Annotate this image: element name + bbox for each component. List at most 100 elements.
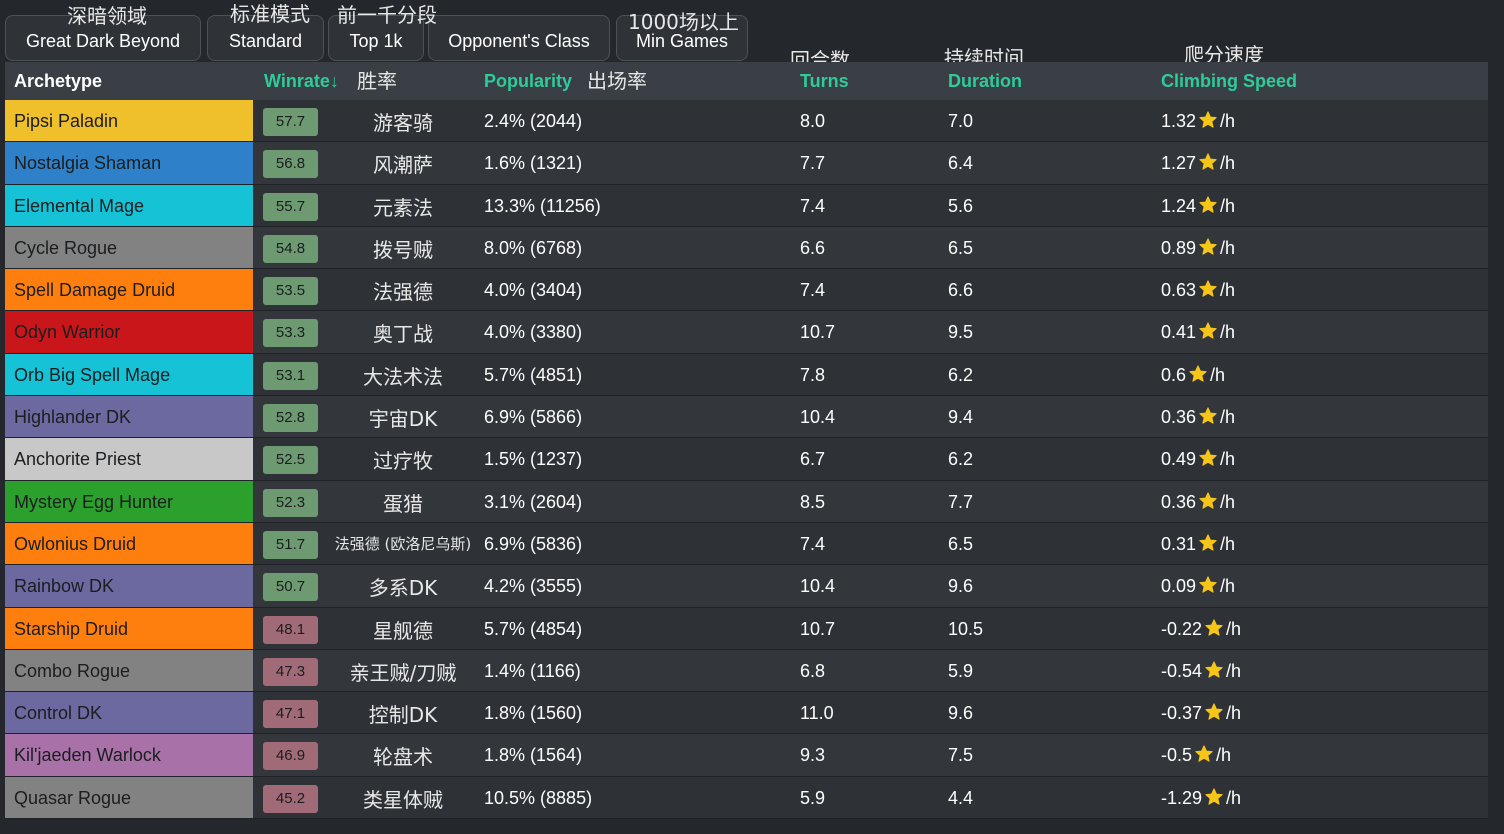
- archetype-name-cn: 奥丁战: [373, 322, 433, 347]
- archetype-name[interactable]: Highlander DK: [5, 396, 253, 438]
- popularity-value: 6.9% (5836): [484, 533, 583, 554]
- star-icon: [1198, 491, 1218, 511]
- winrate-badge: 46.9: [263, 742, 318, 771]
- archetype-name-cn: 蛋猎: [383, 491, 423, 516]
- winrate-badge: 48.1: [263, 615, 318, 644]
- turns-value: 8.5: [800, 491, 826, 512]
- climbing-speed-value: 0.6: [1161, 364, 1187, 385]
- popularity-value: 5.7% (4851): [484, 364, 583, 385]
- archetype-name[interactable]: Rainbow DK: [5, 565, 253, 607]
- star-icon: [1198, 152, 1218, 172]
- archetype-name[interactable]: Quasar Rogue: [5, 776, 253, 819]
- popularity-value: 1.5% (1237): [484, 449, 583, 470]
- archetype-name-cn: 元素法: [373, 195, 433, 220]
- star-icon: [1198, 533, 1218, 553]
- turns-value: 7.8: [800, 364, 826, 385]
- climbing-speed-cell: 0.89/h: [1161, 227, 1235, 268]
- archetype-name[interactable]: Elemental Mage: [5, 184, 253, 226]
- popularity-value: 1.8% (1560): [484, 703, 583, 724]
- archetype-name[interactable]: Mystery Egg Hunter: [5, 480, 253, 522]
- archetype-name[interactable]: Spell Damage Druid: [5, 269, 253, 311]
- archetype-name[interactable]: Pipsi Paladin: [5, 100, 253, 142]
- duration-value: 6.4: [948, 153, 974, 174]
- star-icon: [1204, 787, 1224, 807]
- duration-value: 5.9: [948, 660, 974, 681]
- rank-caption-cn: 前一千分段: [337, 3, 437, 27]
- per-hour-suffix: /h: [1220, 533, 1236, 554]
- star-icon: [1198, 448, 1218, 468]
- climbing-speed-column-header[interactable]: Climbing Speed: [1161, 62, 1297, 100]
- table-row: Quasar Rogue 45.2 类星体贼 10.5% (8885) 5.9 4.4 -1…: [5, 776, 1488, 820]
- climbing-speed-value: 1.24: [1161, 195, 1197, 216]
- per-hour-suffix: /h: [1220, 449, 1236, 470]
- per-hour-suffix: /h: [1220, 280, 1236, 301]
- archetype-name[interactable]: Cycle Rogue: [5, 226, 253, 269]
- popularity-value: 10.5% (8885): [484, 787, 593, 808]
- winrate-badge: 52.3: [263, 488, 318, 517]
- climbing-speed-cell: 0.09/h: [1161, 565, 1235, 606]
- duration-value: 9.4: [948, 407, 974, 428]
- filter-bar: Great Dark Beyond Standard Top 1k Oppone…: [0, 0, 1504, 62]
- climbing-speed-cell: 0.36/h: [1161, 396, 1235, 437]
- archetype-name[interactable]: Combo Rogue: [5, 649, 253, 692]
- format-filter-label: Standard: [228, 31, 303, 51]
- archetype-name[interactable]: Nostalgia Shaman: [5, 142, 253, 184]
- duration-column-header[interactable]: Duration: [948, 62, 1022, 100]
- per-hour-suffix: /h: [1220, 491, 1236, 512]
- per-hour-suffix: /h: [1226, 618, 1242, 639]
- climbing-speed-cell: 0.6/h: [1161, 354, 1225, 395]
- winrate-badge: 52.5: [263, 446, 318, 475]
- duration-value: 4.4: [948, 787, 974, 808]
- popularity-header-cn: 出场率: [587, 69, 647, 93]
- turns-value: 10.7: [800, 618, 836, 639]
- duration-value: 9.5: [948, 322, 974, 343]
- climbing-speed-value: 0.09: [1161, 576, 1197, 597]
- table-row: Owlonius Druid 51.7 法强德 (欧洛尼乌斯) 6.9% (5836)…: [5, 522, 1488, 566]
- winrate-header-cn: 胜率: [357, 69, 397, 93]
- duration-value: 6.2: [948, 364, 974, 385]
- climbing-speed-cell: 0.63/h: [1161, 269, 1235, 310]
- climbing-speed-cell: -1.29/h: [1161, 777, 1241, 818]
- archetype-name[interactable]: Kil'jaeden Warlock: [5, 734, 253, 776]
- climbing-speed-cell: 0.41/h: [1161, 311, 1235, 352]
- climbing-speed-value: 0.41: [1161, 322, 1197, 343]
- winrate-column-header[interactable]: Winrate↓: [264, 62, 339, 100]
- archetype-name-cn: 法强德 (欧洛尼乌斯): [334, 534, 472, 553]
- per-hour-suffix: /h: [1220, 322, 1236, 343]
- archetype-name[interactable]: Starship Druid: [5, 607, 253, 649]
- archetype-name[interactable]: Odyn Warrior: [5, 311, 253, 353]
- per-hour-suffix: /h: [1210, 364, 1226, 385]
- star-icon: [1198, 279, 1218, 299]
- climbing-speed-cell: 0.49/h: [1161, 438, 1235, 479]
- climbing-speed-value: -0.54: [1161, 660, 1203, 681]
- duration-value: 7.0: [948, 111, 974, 131]
- popularity-column-header[interactable]: Popularity: [484, 62, 572, 100]
- table-row: Nostalgia Shaman 56.8 风潮萨 1.6% (1321) 7.7 6.4…: [5, 142, 1488, 185]
- archetype-name[interactable]: Orb Big Spell Mage: [5, 353, 253, 396]
- winrate-badge: 47.3: [263, 657, 318, 686]
- turns-column-header[interactable]: Turns: [800, 62, 849, 100]
- min-games-caption-cn: 1000场以上: [628, 10, 739, 34]
- archetype-column-header[interactable]: Archetype: [14, 62, 102, 100]
- winrate-badge: 47.1: [263, 700, 318, 729]
- winrate-badge: 45.2: [263, 784, 318, 813]
- winrate-badge: 54.8: [263, 234, 318, 263]
- climbing-speed-value: 0.89: [1161, 237, 1197, 258]
- star-icon: [1188, 364, 1208, 384]
- climbing-speed-value: 1.32: [1161, 111, 1197, 131]
- table-row: Cycle Rogue 54.8 拨号贼 8.0% (6768) 6.6 6.5 0.89/…: [5, 226, 1488, 270]
- table-row: Control DK 47.1 控制DK 1.8% (1560) 11.0 9.6 -0.3…: [5, 692, 1488, 735]
- archetype-name[interactable]: Control DK: [5, 692, 253, 734]
- table-row: Odyn Warrior 53.3 奥丁战 4.0% (3380) 10.7 9.5 0.4…: [5, 311, 1488, 354]
- per-hour-suffix: /h: [1226, 703, 1242, 724]
- archetype-name-cn: 轮盘术: [373, 745, 433, 770]
- per-hour-suffix: /h: [1220, 195, 1236, 216]
- archetype-name[interactable]: Owlonius Druid: [5, 522, 253, 565]
- archetype-name-cn: 类星体贼: [363, 787, 443, 812]
- archetype-name[interactable]: Anchorite Priest: [5, 438, 253, 480]
- opponent-class-filter-button[interactable]: Opponent's Class: [428, 15, 610, 61]
- table-row: Mystery Egg Hunter 52.3 蛋猎 3.1% (2604) 8.5 7.…: [5, 480, 1488, 523]
- climbing-speed-cell: 1.27/h: [1161, 142, 1235, 183]
- archetype-name-cn: 游客骑: [373, 111, 433, 135]
- star-icon: [1198, 575, 1218, 595]
